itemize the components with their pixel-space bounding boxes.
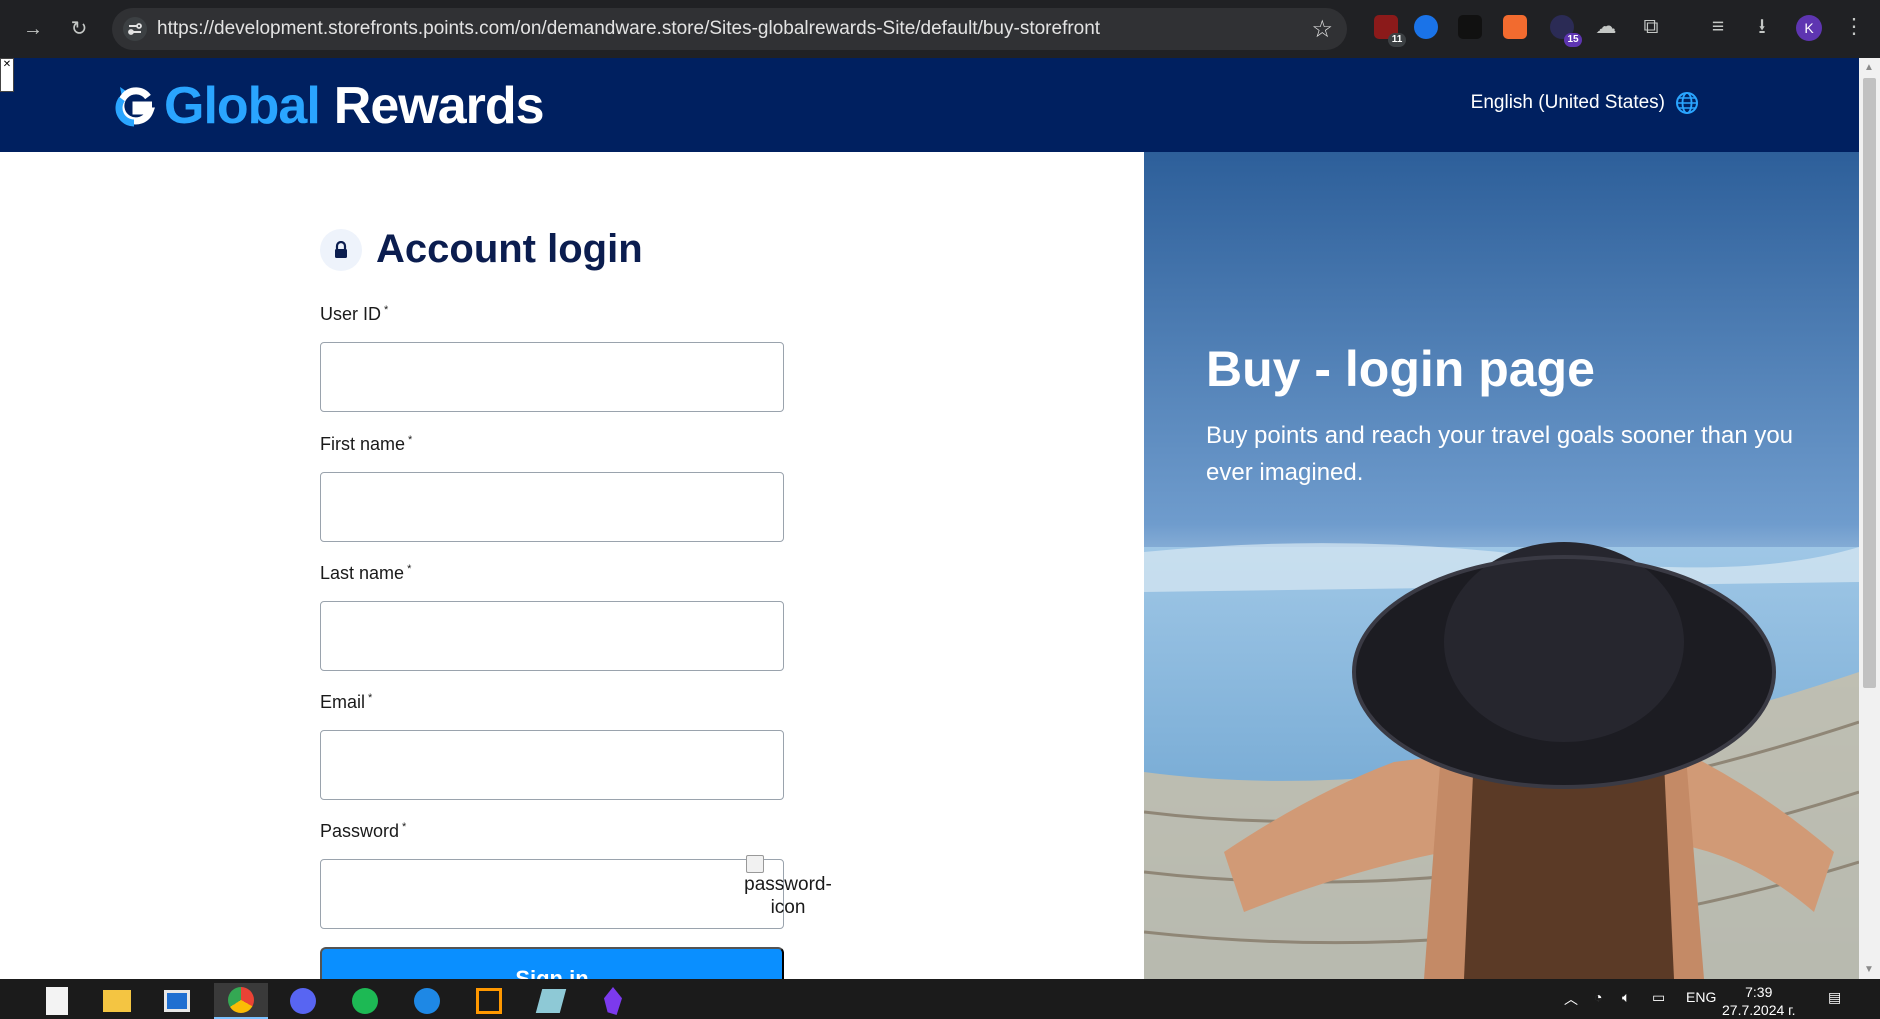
hero-subtitle: Buy points and reach your travel goals s…	[1206, 422, 1794, 486]
star-icon[interactable]: ☆	[1311, 15, 1333, 44]
site-settings-icon[interactable]	[122, 16, 148, 42]
user-id-input[interactable]	[320, 342, 784, 412]
app-blue-icon[interactable]	[400, 983, 454, 1019]
last-name-field: Last name *	[320, 563, 784, 671]
network-icon[interactable]: ◔	[1594, 989, 1602, 1005]
file-explorer-icon[interactable]	[90, 983, 144, 1019]
url-text[interactable]: https://development.storefronts.points.c…	[157, 18, 1100, 40]
scroll-thumb[interactable]	[1863, 78, 1876, 688]
app-orange-icon[interactable]	[462, 983, 516, 1019]
forward-icon[interactable]: →	[18, 14, 48, 44]
email-input[interactable]	[320, 730, 784, 800]
hero-beach-image	[1144, 152, 1859, 979]
scroll-up-icon[interactable]: ▲	[1864, 62, 1874, 73]
reading-list-icon[interactable]: ≡	[1704, 13, 1732, 41]
spotify-icon[interactable]	[338, 983, 392, 1019]
logo-mark-icon	[115, 87, 156, 127]
broken-image-icon	[746, 855, 764, 873]
extension-purple-icon[interactable]: 15	[1550, 15, 1582, 47]
user-id-field: User ID *	[320, 304, 784, 412]
windows-taskbar: ︿ ◔ 🔈︎ ▭ ENG 7:39 27.7.2024 г. ▤	[0, 979, 1880, 1019]
download-icon[interactable]: ⭳	[1748, 13, 1776, 41]
clock-date: 27.7.2024 г.	[1722, 1002, 1796, 1018]
window-app-icon[interactable]	[150, 983, 204, 1019]
extension-badge: 15	[1564, 33, 1582, 47]
extensions-icon[interactable]: ⧉	[1637, 13, 1665, 41]
app-teal-icon[interactable]	[524, 983, 578, 1019]
email-label: Email *	[320, 692, 373, 712]
close-icon[interactable]: ✕	[0, 58, 14, 92]
language-selector[interactable]: English (United States)	[1471, 91, 1699, 115]
notifications-icon[interactable]: ▤	[1828, 989, 1841, 1006]
globe-icon	[1676, 92, 1698, 114]
chrome-icon[interactable]	[214, 983, 268, 1019]
login-title-row: Account login	[320, 227, 643, 272]
logo-rewards-text: Rewards	[333, 77, 545, 135]
hero-title: Buy - login page	[1206, 341, 1595, 397]
global-rewards-logo[interactable]: Global Rewards	[112, 77, 545, 135]
extension-orange-icon[interactable]	[1503, 15, 1527, 39]
page-title: Account login	[376, 227, 643, 271]
reload-icon[interactable]: ↻	[64, 14, 94, 44]
first-name-input[interactable]	[320, 472, 784, 542]
login-panel: Account login User ID * First name * Last …	[0, 152, 1144, 979]
discord-icon[interactable]	[276, 983, 330, 1019]
extension-badge: 11	[1388, 33, 1406, 47]
logo-global-text: Global	[164, 77, 321, 135]
extension-blue-icon[interactable]	[1414, 15, 1438, 39]
lock-icon	[320, 228, 362, 271]
last-name-label: Last name *	[320, 563, 412, 583]
sign-in-button[interactable]: Sign in	[320, 947, 784, 979]
address-bar[interactable]: https://development.storefronts.points.c…	[112, 8, 1347, 50]
site-header: Global Rewards English (United States)	[0, 58, 1859, 152]
input-language[interactable]: ENG	[1686, 989, 1716, 1005]
system-clock[interactable]: 7:39 27.7.2024 г.	[1722, 983, 1795, 1019]
tray-chevron-icon[interactable]: ︿	[1564, 989, 1578, 1009]
volume-icon[interactable]: 🔈︎	[1622, 989, 1630, 1006]
extension-red-icon[interactable]: 11	[1374, 15, 1406, 47]
password-toggle-icon[interactable]: password-icon	[738, 855, 838, 919]
hero-panel: Buy - login page Buy points and reach yo…	[1144, 152, 1859, 979]
obsidian-icon[interactable]	[586, 983, 640, 1019]
page-scrollbar[interactable]: ▲ ▼	[1859, 58, 1880, 979]
password-input[interactable]	[320, 859, 784, 929]
last-name-input[interactable]	[320, 601, 784, 671]
user-id-label: User ID *	[320, 304, 389, 324]
cloud-icon[interactable]: ☁	[1592, 13, 1620, 41]
extension-black-icon[interactable]	[1458, 15, 1482, 39]
password-field: Password * password-icon	[320, 821, 832, 929]
profile-avatar[interactable]: K	[1796, 15, 1822, 41]
language-label: English (United States)	[1470, 92, 1665, 113]
first-name-field: First name *	[320, 434, 784, 542]
browser-toolbar: → ↻ https://development.storefronts.poin…	[0, 0, 1880, 58]
first-name-label: First name *	[320, 434, 413, 454]
menu-icon[interactable]: ⋮	[1840, 13, 1868, 41]
password-label: Password *	[320, 821, 407, 841]
clock-time: 7:39	[1745, 984, 1773, 1000]
file-icon[interactable]	[30, 983, 84, 1019]
email-field: Email *	[320, 692, 784, 800]
battery-icon[interactable]: ▭	[1652, 989, 1665, 1006]
scroll-down-icon[interactable]: ▼	[1864, 964, 1874, 975]
